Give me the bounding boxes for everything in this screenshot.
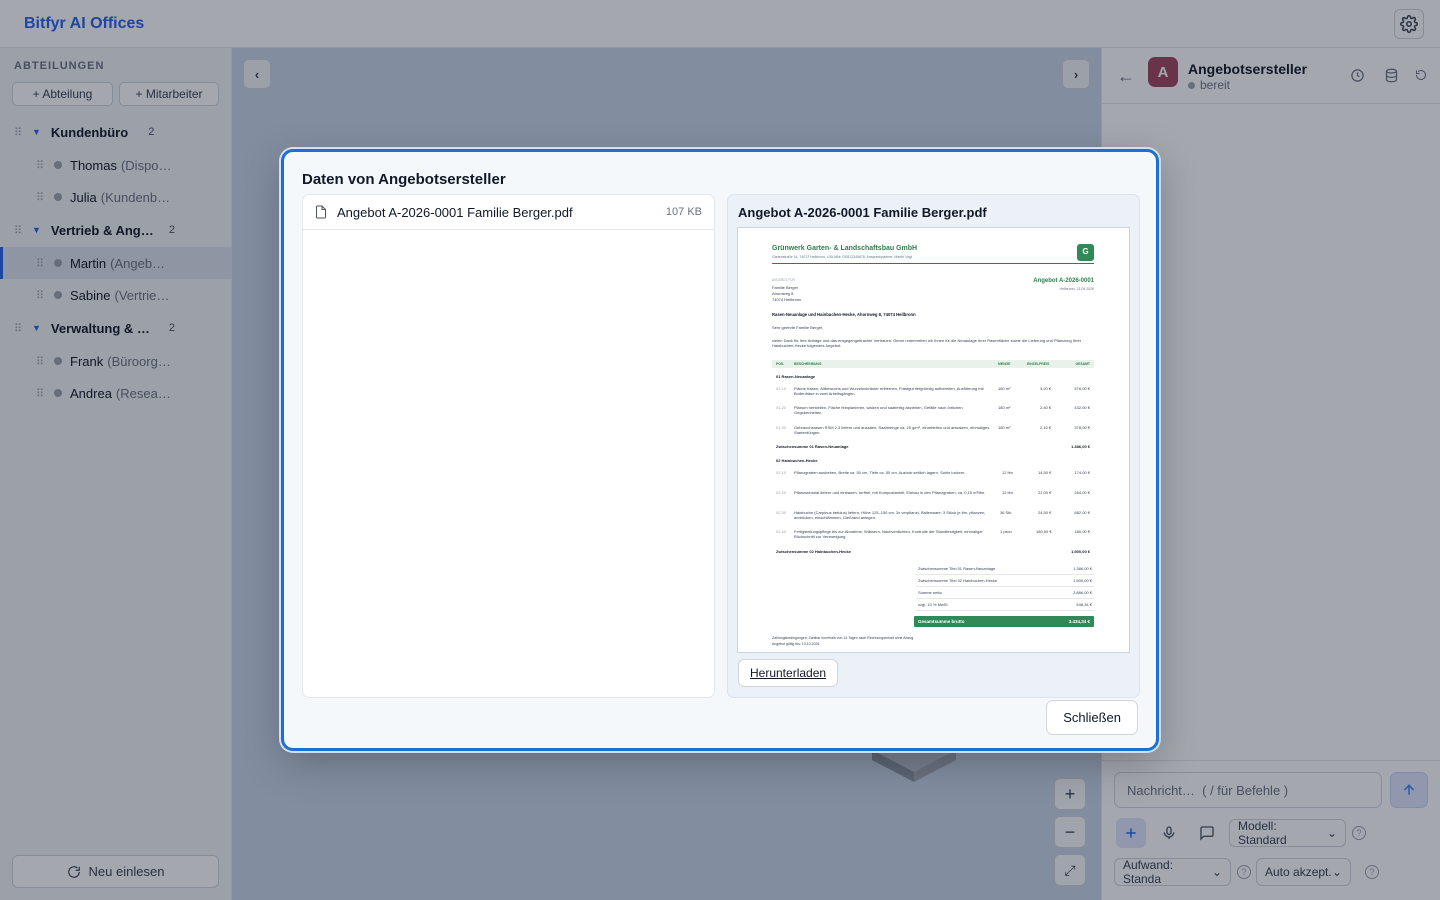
pdf-group-title: 01 Rasen-Neuanlage [776,374,816,379]
pdf-qty: 180 m² [998,405,1011,410]
pdf-pos: 02.10 [776,470,787,475]
pdf-qty: 180 m² [998,425,1011,430]
pdf-table-row: 02.20 Pflanzsubstrat liefern und einbaue… [772,490,1094,508]
pdf-unit-price: 24,50 € [1038,510,1052,515]
pdf-viewer[interactable]: Grünwerk Garten- & Landschaftsbau GmbH G… [737,227,1130,653]
pdf-line-total: 174,00 € [1074,470,1090,475]
pdf-recipient-line: 74074 Heilbronn [772,297,802,302]
pdf-summary-label: Zwischensumme Titel 01 Rasen-Neuanlage [918,566,996,571]
pdf-table-row: 02.40 Fertigstellungspflege bis zur Abna… [772,529,1094,547]
file-list-item[interactable]: Angebot A-2026-0001 Familie Berger.pdf 1… [303,195,714,230]
pdf-table-row: 01.20 Planum herstellen, Fläche feinplan… [772,405,1094,423]
pdf-offer-number: Angebot A-2026-0001 [1033,278,1094,284]
pdf-desc: Planum herstellen, Fläche feinplanieren,… [794,405,963,416]
pdf-unit-price: 22,00 € [1038,490,1052,495]
pdf-grand-total: 3.434,34 € [1068,619,1090,624]
pdf-summary-label: zzgl. 19 % MwSt [918,602,948,607]
pdf-subtotal-label: Zwischensumme 01 Rasen-Neuanlage [776,444,849,449]
pdf-pos: 01.30 [776,425,787,430]
pdf-divider [772,262,1094,265]
pdf-table-row: 01.30 Gebrauchsrasen RSM 2.3 liefern und… [772,425,1094,443]
pdf-summary-value: 548,34 € [1076,602,1092,607]
pdf-table-row: 02.10 Pflanzgraben ausheben, Breite ca. … [772,470,1094,488]
pdf-subject: Rasen-Neuanlage und Hainbuchen-Hecke, Ah… [772,312,916,317]
pdf-table-row: 02.30 Hainbuche (Carpinus betulus) liefe… [772,510,1094,528]
pdf-unit-price: 14,50 € [1038,470,1052,475]
file-preview: Angebot A-2026-0001 Familie Berger.pdf G… [727,194,1140,698]
pdf-qty: 12 lfm [1002,470,1013,475]
pdf-summary-value: 1.386,00 € [1073,566,1092,571]
pdf-unit-price: 2,10 € [1040,425,1052,430]
file-name: Angebot A-2026-0001 Familie Berger.pdf [337,204,573,220]
preview-title: Angebot A-2026-0001 Familie Berger.pdf [738,205,987,220]
pdf-pos: 02.20 [776,490,787,495]
pdf-desc: Fläche fräsen, Altbewuchs und Wurzelunkr… [794,386,984,397]
pdf-grand-total-row: Gesamtsumme brutto 3.434,34 € [914,616,1094,627]
pdf-summary-label: Zwischensumme Titel 02 Hainbuchen-Hecke [918,578,998,583]
pdf-summary-row: Zwischensumme Titel 01 Rasen-Neuanlage 1… [916,566,1094,575]
pdf-recipient-line: Ahornweg 8 [772,291,794,296]
pdf-th-qty: MENGE [998,362,1011,366]
file-icon [316,205,326,219]
pdf-summary-value: 1.500,00 € [1073,578,1092,583]
pdf-subtotal: 1.386,00 € [1071,444,1090,449]
pdf-subtotal-label: Zwischensumme 02 Hainbuchen-Hecke [776,549,851,554]
pdf-recipient-line: Familie Berger [772,285,799,290]
pdf-pos: 01.20 [776,405,787,410]
pdf-pos: 02.30 [776,510,787,515]
pdf-th-pos: POS. [776,362,785,366]
pdf-salutation: Sehr geehrte Familie Berger, [772,325,824,330]
pdf-summary-row: Zwischensumme Titel 02 Hainbuchen-Hecke … [916,578,1094,587]
pdf-pos: 01.10 [776,386,787,391]
pdf-desc: Pflanzsubstrat liefern und einbauen, tor… [794,490,986,495]
download-button[interactable]: Herunterladen [738,659,839,687]
file-data-dialog: Daten von Angebotsersteller Angebot A-20… [281,149,1159,751]
pdf-company-address: Gartenstraße 14, 74072 Heilbronn, USt-Id… [772,255,913,260]
pdf-line-total: 576,00 € [1074,386,1090,391]
pdf-unit-price: 180,00 € [1036,529,1052,534]
pdf-summary-value: 2.886,00 € [1073,590,1092,595]
pdf-unit-price: 3,20 € [1040,386,1052,391]
pdf-table-row: 01.10 Fläche fräsen, Altbewuchs und Wurz… [772,386,1094,404]
pdf-qty: 180 m² [998,386,1011,391]
pdf-th-total: GESAMT [1075,362,1090,366]
pdf-group-title: 02 Hainbuchen-Hecke [776,458,818,463]
pdf-unit-price: 2,40 € [1040,405,1052,410]
pdf-offer-date: Heilbronn, 13.09.2026 [1059,287,1094,291]
pdf-pos: 02.40 [776,529,787,534]
pdf-grand-total-label: Gesamtsumme brutto [918,619,965,624]
pdf-summary-row: Summe netto 2.886,00 € [916,590,1094,599]
pdf-desc: Fertigstellungspflege bis zur Abnahme: W… [794,529,983,540]
file-list: Angebot A-2026-0001 Familie Berger.pdf 1… [302,194,715,698]
pdf-qty: 1 psch [1000,529,1012,534]
pdf-th-unit: EINZELPREIS [1027,362,1050,366]
pdf-footer-line: Angebot gültig bis: 13.10.2026. [772,642,821,646]
pdf-qty: 36 Stk [1000,510,1012,515]
pdf-recipient-label: ANGEBOT FÜR [772,278,795,282]
close-button[interactable]: Schließen [1046,700,1138,735]
pdf-intro: vielen Dank für Ihre Anfrage und das ent… [772,338,1082,349]
pdf-subtotal: 1.500,00 € [1071,549,1090,554]
pdf-logo: G [1077,244,1094,261]
pdf-line-total: 180,00 € [1074,529,1090,534]
pdf-footer-line: Zahlungsbedingungen: Zahlbar innerhalb v… [772,636,915,640]
pdf-th-desc: BESCHREIBUNG [794,362,822,366]
pdf-company-name: Grünwerk Garten- & Landschaftsbau GmbH [772,245,918,252]
file-size: 107 KB [665,206,702,218]
pdf-line-total: 378,00 € [1074,425,1090,430]
pdf-table-header: POS. BESCHREIBUNG MENGE EINZELPREIS GESA… [772,360,1094,368]
pdf-line-total: 882,00 € [1074,510,1090,515]
pdf-qty: 12 lfm [1002,490,1013,495]
pdf-line-total: 432,00 € [1074,405,1090,410]
pdf-desc: Hainbuche (Carpinus betulus) liefern, Hö… [794,510,986,521]
pdf-document: Grünwerk Garten- & Landschaftsbau GmbH G… [772,244,1094,646]
pdf-summary-label: Summe netto [918,590,942,595]
dialog-title: Daten von Angebotsersteller [302,171,506,188]
pdf-summary-row: zzgl. 19 % MwSt 548,34 € [916,602,1094,611]
pdf-desc: Pflanzgraben ausheben, Breite ca. 50 cm,… [794,470,966,475]
pdf-desc: Gebrauchsrasen RSM 2.3 liefern und aussä… [794,425,990,436]
pdf-line-total: 264,00 € [1074,490,1090,495]
